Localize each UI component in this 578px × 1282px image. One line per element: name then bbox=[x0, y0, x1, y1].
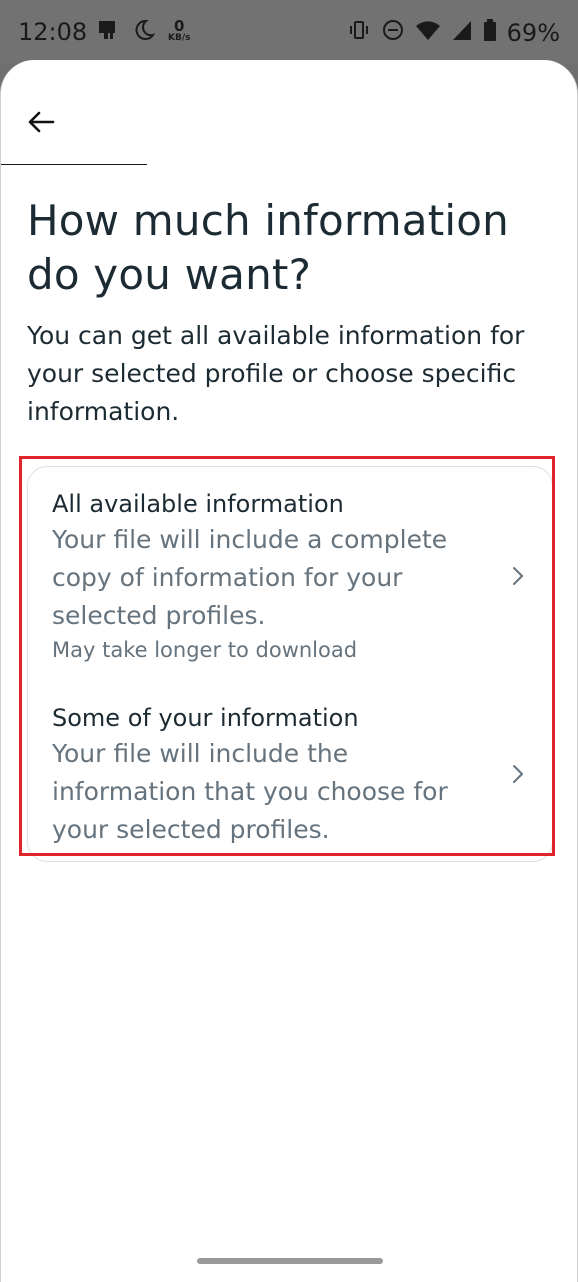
option-title: Some of your information bbox=[52, 704, 359, 732]
options-card: All available information Your file will… bbox=[27, 466, 553, 862]
dnd-icon bbox=[381, 18, 405, 48]
chevron-right-icon bbox=[510, 763, 526, 785]
option-title: All available information bbox=[52, 490, 344, 518]
option-note: May take longer to download bbox=[52, 638, 358, 662]
battery-icon bbox=[483, 18, 497, 48]
battery-percent: 69% bbox=[506, 19, 560, 47]
network-speed-value: 0 bbox=[174, 17, 185, 35]
network-speed: 0 KB/s bbox=[168, 17, 191, 44]
back-button[interactable] bbox=[17, 100, 65, 148]
bottom-sheet: How much information do you want? You ca… bbox=[0, 60, 578, 1282]
header-divider bbox=[1, 164, 147, 165]
status-time: 12:08 bbox=[18, 18, 88, 46]
wifi-icon bbox=[415, 18, 441, 48]
option-all-information[interactable]: All available information Your file will… bbox=[28, 467, 552, 679]
chevron-right-icon bbox=[510, 565, 526, 587]
status-bar: 12:08 0 KB/s 69% bbox=[0, 0, 578, 64]
do-not-disturb-moon-icon bbox=[132, 18, 156, 46]
network-speed-unit: KB/s bbox=[168, 33, 191, 43]
option-description: Your file will include the information t… bbox=[52, 739, 448, 844]
option-description: Your file will include a complete copy o… bbox=[52, 525, 448, 630]
page-title: How much information do you want? bbox=[27, 196, 509, 299]
vibrate-icon bbox=[347, 18, 371, 48]
arrow-left-icon bbox=[27, 110, 55, 138]
page-subtitle: You can get all available information fo… bbox=[27, 321, 525, 426]
status-right-icons: 69% bbox=[347, 18, 560, 48]
option-some-information[interactable]: Some of your information Your file will … bbox=[28, 687, 552, 863]
status-left-icons: 0 KB/s bbox=[96, 18, 190, 46]
cell-signal-icon bbox=[451, 18, 473, 48]
notification-app-icon bbox=[96, 18, 120, 46]
home-indicator bbox=[197, 1258, 383, 1264]
